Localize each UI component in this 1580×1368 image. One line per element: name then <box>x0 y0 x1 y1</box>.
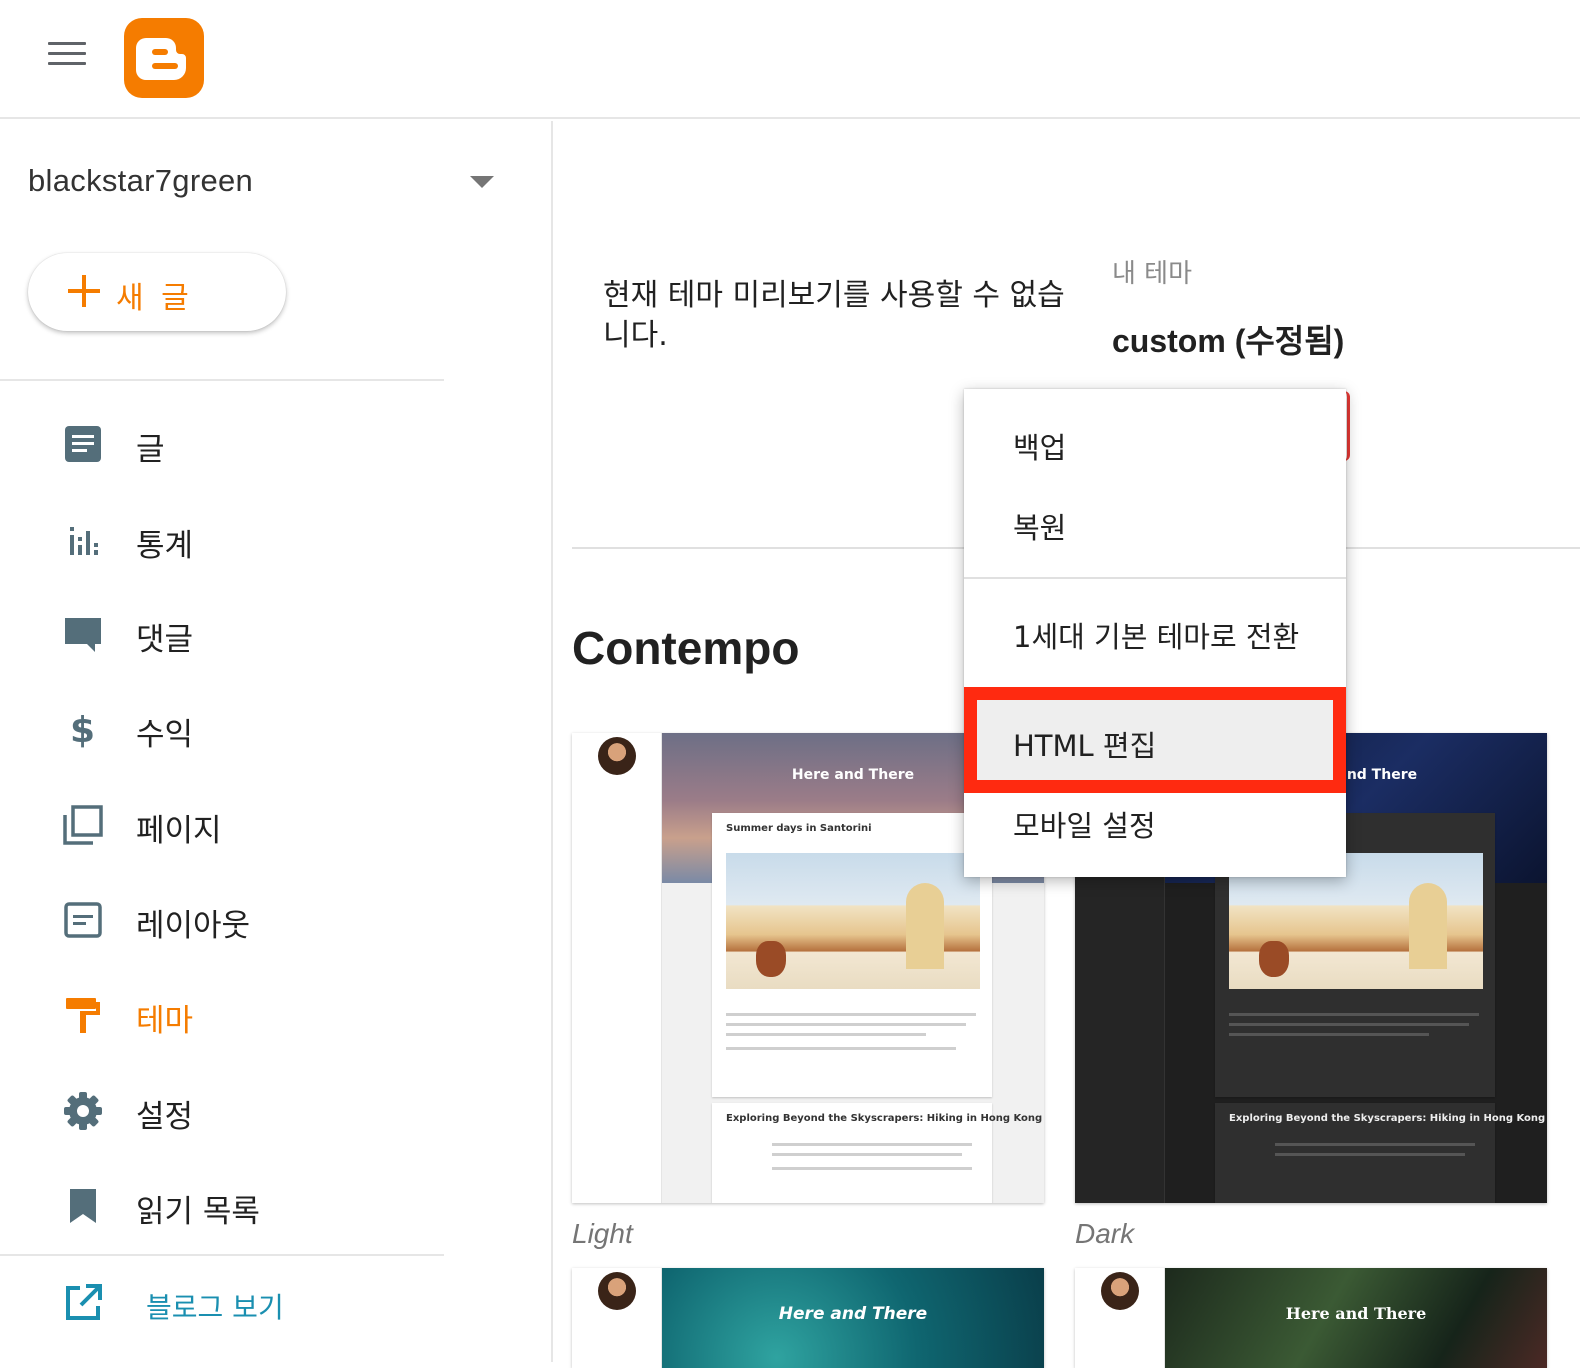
dollar-icon: $ <box>70 710 95 750</box>
theme-preview-sidebar <box>572 733 662 1203</box>
sidebar-item-settings[interactable]: 설정 <box>0 1070 444 1150</box>
comments-icon <box>65 618 101 652</box>
blog-selector[interactable]: blackstar7green <box>28 161 498 205</box>
theme-options-menu: 백업 복원 1세대 기본 테마로 전환 HTML 편집 모바일 설정 <box>964 389 1346 877</box>
sidebar-item-label: 수익 <box>136 717 194 753</box>
sidebar-divider <box>0 1254 444 1256</box>
stats-icon <box>70 527 98 555</box>
theme-paint-roller-icon <box>66 998 100 1033</box>
menu-item-label: 모바일 설정 <box>1013 809 1156 843</box>
posts-icon <box>65 426 101 462</box>
avatar <box>1101 1272 1139 1310</box>
menu-item-edit-html[interactable]: HTML 편집 <box>964 687 1346 793</box>
top-app-bar <box>0 0 1580 119</box>
view-blog-link[interactable]: 블로그 보기 <box>0 1262 444 1342</box>
new-post-label: 새 글 <box>116 281 193 316</box>
bookmark-icon <box>70 1189 96 1223</box>
my-theme-name: custom (수정됨) <box>1112 323 1345 359</box>
theme-section-title: Contempo <box>572 622 800 674</box>
theme-preview-sidebar <box>1075 1268 1165 1368</box>
chevron-down-icon <box>470 176 494 188</box>
menu-divider <box>964 577 1346 579</box>
menu-item-label: 백업 <box>1013 431 1067 465</box>
theme-card-aqua[interactable]: Here and There <box>572 1268 1044 1368</box>
sidebar-item-posts[interactable]: 글 <box>0 403 444 483</box>
sidebar-item-reading-list[interactable]: 읽기 목록 <box>0 1165 444 1245</box>
sidebar-item-label: 읽기 목록 <box>136 1194 260 1230</box>
menu-item-label: 1세대 기본 테마로 전환 <box>1013 620 1300 654</box>
sidebar-item-label: 레이아웃 <box>136 908 251 944</box>
open-in-new-icon <box>66 1284 102 1320</box>
theme-preview-sidebar <box>572 1268 662 1368</box>
sidebar-item-label: 페이지 <box>136 813 222 849</box>
preview-unavailable-message: 현재 테마 미리보기를 사용할 수 없습니다. <box>603 278 1065 353</box>
view-blog-label: 블로그 보기 <box>146 1291 284 1324</box>
layout-icon <box>64 902 102 938</box>
sidebar-item-earnings[interactable]: $ 수익 <box>0 688 444 768</box>
avatar <box>598 737 636 775</box>
theme-preview-post-title: Exploring Beyond the Skyscrapers: Hiking… <box>726 1113 1043 1124</box>
svg-text:$: $ <box>70 710 95 750</box>
menu-item-backup[interactable]: 백업 <box>964 405 1346 479</box>
sidebar-item-stats[interactable]: 통계 <box>0 499 444 579</box>
theme-preview-hero: Here and There <box>1165 1268 1547 1368</box>
plus-icon <box>68 275 100 307</box>
sidebar-item-label: 설정 <box>136 1099 194 1135</box>
santorini-image <box>726 853 980 989</box>
theme-preview-post-title: Exploring Beyond the Skyscrapers: Hiking… <box>1229 1113 1546 1124</box>
menu-item-label: 복원 <box>1013 511 1067 545</box>
sidebar-item-pages[interactable]: 페이지 <box>0 784 444 864</box>
theme-card-botanical[interactable]: Here and There <box>1075 1268 1547 1368</box>
theme-preview-hero-title: Here and There <box>778 1304 928 1324</box>
theme-preview-post: Summer days in Santorini <box>712 813 992 1097</box>
theme-caption-light: Light <box>572 1218 633 1249</box>
sidebar-item-layout[interactable]: 레이아웃 <box>0 879 444 959</box>
sidebar-item-label: 테마 <box>136 1003 194 1039</box>
sidebar-item-comments[interactable]: 댓글 <box>0 593 444 673</box>
sidebar-item-theme[interactable]: 테마 <box>0 974 444 1054</box>
theme-preview-post-2: Exploring Beyond the Skyscrapers: Hiking… <box>1215 1103 1545 1203</box>
sidebar-divider <box>0 379 444 381</box>
menu-item-mobile-settings[interactable]: 모바일 설정 <box>964 783 1346 857</box>
sidebar: blackstar7green 새 글 글 통계 댓글 $ 수익 페이지 레이아… <box>0 121 553 1362</box>
my-theme-label: 내 테마 <box>1112 259 1193 289</box>
theme-preview-hero-title: Here and There <box>1285 1304 1427 1323</box>
pages-icon <box>63 805 103 845</box>
theme-caption-dark: Dark <box>1075 1218 1135 1249</box>
sidebar-item-label: 댓글 <box>136 622 194 658</box>
sidebar-item-label: 글 <box>136 432 165 468</box>
blogger-logo[interactable] <box>124 18 204 98</box>
menu-item-restore[interactable]: 복원 <box>964 485 1346 559</box>
sidebar-item-label: 통계 <box>136 528 194 564</box>
hamburger-menu-icon[interactable] <box>48 40 86 68</box>
gear-icon <box>64 1092 102 1130</box>
blog-name: blackstar7green <box>28 163 254 198</box>
menu-item-label: HTML 편집 <box>1013 729 1157 763</box>
theme-preview-post-2: Exploring Beyond the Skyscrapers: Hiking… <box>712 1103 1042 1203</box>
theme-preview-post-title: Summer days in Santorini <box>726 823 872 834</box>
avatar <box>598 1272 636 1310</box>
theme-preview-hero: Here and There <box>662 1268 1044 1368</box>
menu-item-switch-classic-theme[interactable]: 1세대 기본 테마로 전환 <box>964 594 1346 668</box>
new-post-button[interactable]: 새 글 <box>28 253 286 331</box>
